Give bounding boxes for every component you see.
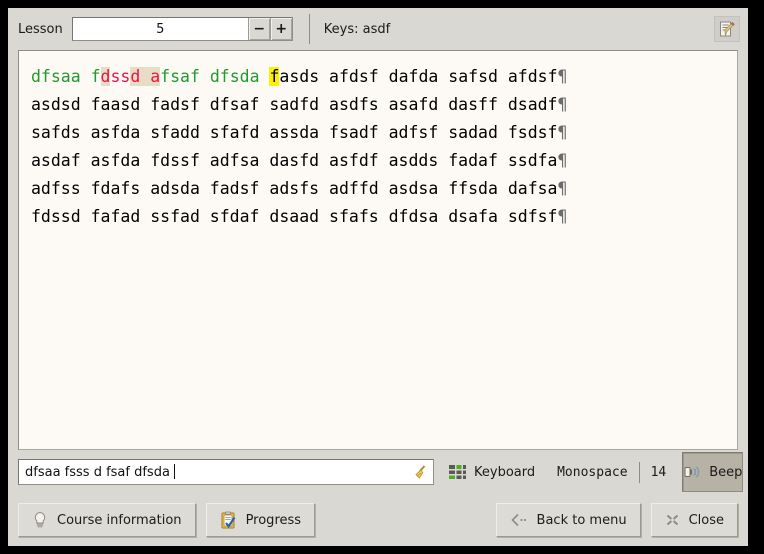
lesson-line: adfss fdafs adsda fadsf adsfs adffd asds… [31, 175, 727, 203]
edit-document-icon [718, 20, 736, 38]
chevron-left-icon [510, 513, 528, 527]
font-divider [639, 462, 640, 483]
lesson-segment-cursor: f [269, 67, 279, 86]
text-caret [174, 464, 175, 479]
lesson-line: fdssd fafad ssfad sfdaf dsaad sfafs dfds… [31, 203, 727, 231]
keys-label: Keys: asdf [324, 22, 390, 37]
toolbar-divider [309, 14, 310, 44]
close-x-icon [665, 513, 680, 527]
lesson-segment-error: ss [110, 67, 130, 86]
beep-label: Beep [709, 465, 742, 480]
font-size: 14 [651, 465, 667, 480]
lesson-segment-pilcrow: ¶ [558, 207, 568, 226]
lesson-segment-error-highlight: d [130, 67, 140, 86]
typing-tutor-window: Lesson 5 − + Keys: asdf dfsaa f [8, 8, 748, 546]
close-label: Close [689, 513, 724, 528]
lesson-segment-correct: dfsaa [31, 67, 91, 86]
lesson-line: safds asfda sfadd sfafd assda fsadf adfs… [31, 119, 727, 147]
lesson-label: Lesson [18, 22, 63, 37]
lesson-line: dfsaa fdssd afsaf dfsda fasds afdsf dafd… [31, 63, 727, 91]
lesson-segment-error-highlight: d [101, 67, 111, 86]
back-to-menu-label: Back to menu [537, 513, 627, 528]
lesson-segment-pilcrow: ¶ [558, 151, 568, 170]
lesson-value-input[interactable]: 5 [73, 18, 248, 40]
lesson-segment-pilcrow: ¶ [558, 123, 568, 142]
font-name: Monospace [557, 465, 627, 480]
keyboard-label: Keyboard [474, 465, 535, 480]
toolbar: Lesson 5 − + Keys: asdf [8, 8, 748, 50]
lesson-segment-error-highlight [140, 67, 150, 86]
lesson-segment-pending: asdaf asfda fdssf adfsa dasfd asfdf asdd… [31, 151, 558, 170]
lesson-segment-pilcrow: ¶ [558, 95, 568, 114]
typing-input[interactable]: dfsaa fsss d fsaf dfsda [18, 459, 434, 485]
close-button[interactable]: Close [651, 503, 738, 537]
lesson-segment-error-highlight: a [150, 67, 160, 86]
progress-label: Progress [246, 513, 301, 528]
lesson-segment-pending: asds afdsf dafda safsd afdsf [279, 67, 557, 86]
beep-toggle-button[interactable]: Beep [682, 452, 743, 492]
lesson-segment-pending: fdssd fafad ssfad sfdaf dsaad sfafs dfds… [31, 207, 558, 226]
lesson-segment-correct: fsaf dfsda [160, 67, 269, 86]
lesson-segment-pending: adfss fdafs adsda fadsf adsfs adffd asds… [31, 179, 558, 198]
input-row: dfsaa fsss d fsaf dfsda [8, 450, 748, 494]
lesson-text-area: dfsaa fdssd afsaf dfsda fasds afdsf dafd… [18, 50, 738, 450]
lesson-decrement-button[interactable]: − [248, 18, 270, 40]
keyboard-toggle[interactable]: Keyboard [448, 464, 535, 480]
lesson-lines-container: dfsaa fdssd afsaf dfsda fasds afdsf dafd… [31, 63, 727, 231]
progress-button[interactable]: Progress [206, 503, 315, 537]
back-to-menu-button[interactable]: Back to menu [496, 503, 641, 537]
speaker-icon [683, 464, 703, 480]
course-information-label: Course information [57, 513, 182, 528]
lesson-line: asdaf asfda fdssf adfsa dasfd asfdf asdd… [31, 147, 727, 175]
course-information-button[interactable]: Course information [18, 503, 196, 537]
clipboard-check-icon [220, 511, 237, 529]
keyboard-layout-icon [448, 464, 467, 480]
lightbulb-icon [32, 511, 48, 529]
lesson-line: asdsd faasd fadsf dfsaf sadfd asdfs asaf… [31, 91, 727, 119]
lesson-segment-pending: asdsd faasd fadsf dfsaf sadfd asdfs asaf… [31, 95, 558, 114]
lesson-increment-button[interactable]: + [270, 18, 292, 40]
lesson-segment-pilcrow: ¶ [558, 179, 568, 198]
typed-text: dfsaa fsss d fsaf dfsda [25, 464, 413, 480]
lesson-spinner[interactable]: 5 − + [72, 17, 293, 41]
lesson-segment-pilcrow: ¶ [558, 67, 568, 86]
button-row: Course information Progress [8, 494, 748, 546]
lesson-segment-correct: f [91, 67, 101, 86]
edit-lesson-button[interactable] [714, 16, 740, 42]
lesson-segment-pending: safds asfda sfadd sfafd assda fsadf adfs… [31, 123, 558, 142]
broom-icon[interactable] [413, 464, 429, 480]
font-info[interactable]: Monospace 14 [557, 462, 666, 483]
